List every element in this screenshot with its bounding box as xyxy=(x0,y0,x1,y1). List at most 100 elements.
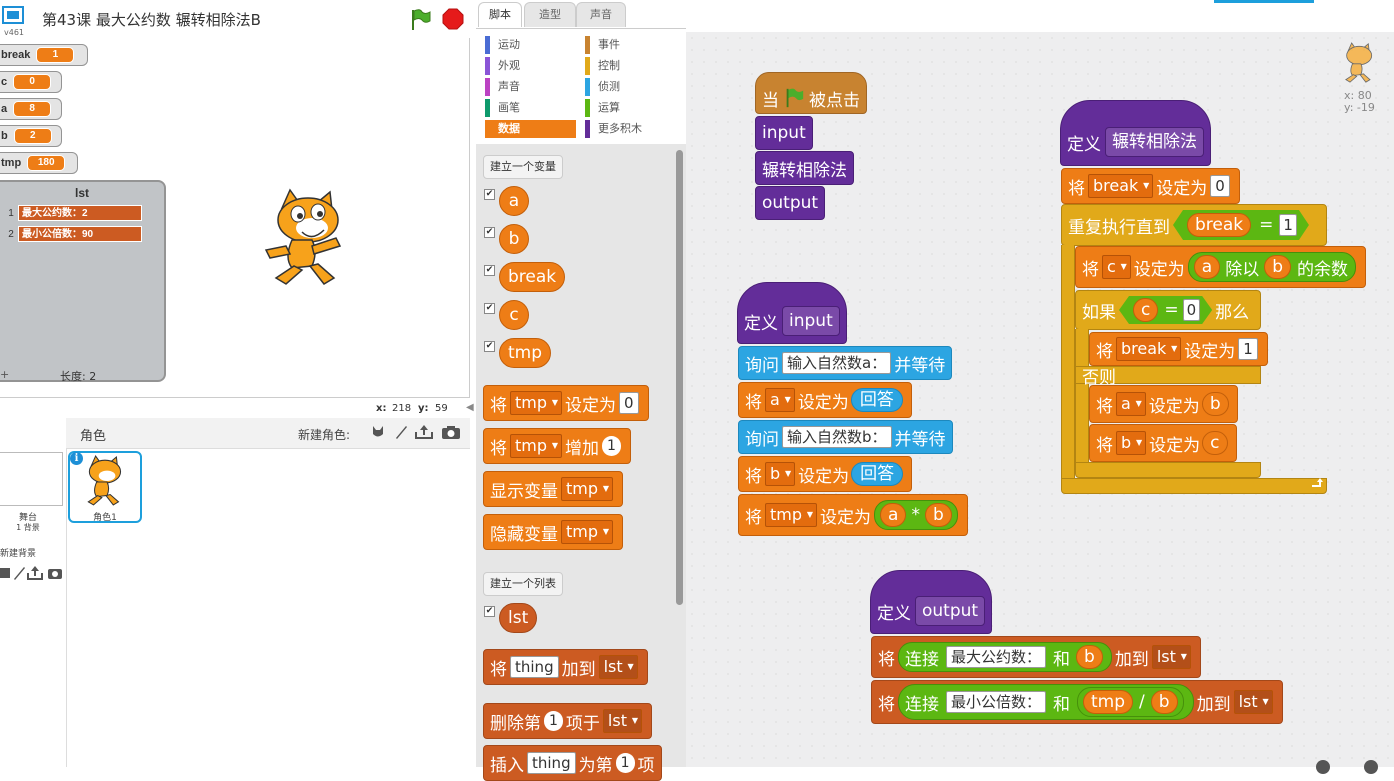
category-more-blocks[interactable]: 更多积木 xyxy=(585,120,678,138)
define-input-block[interactable]: 定义 input xyxy=(737,282,847,344)
variable-reporter-c[interactable]: c xyxy=(499,300,529,330)
category-pen[interactable]: 画笔 xyxy=(485,99,578,117)
variable-reporter-break[interactable]: break xyxy=(499,262,566,292)
make-variable-button[interactable]: 建立一个变量 xyxy=(483,155,563,179)
project-title[interactable]: 第43课 最大公约数 辗转相除法B xyxy=(42,9,261,30)
delete-from-list-block[interactable]: 删除第 1 项于 lst ▼ xyxy=(483,703,652,739)
list-item-value[interactable]: 最小公倍数：90 xyxy=(18,226,142,242)
answer-reporter[interactable]: 回答 xyxy=(851,462,904,486)
set-a-block[interactable]: 将 a ▼ 设定为 b xyxy=(1089,385,1238,423)
category-data[interactable]: 数据 xyxy=(485,120,576,138)
equals-operator[interactable]: break = 1 xyxy=(1173,210,1309,240)
value-input[interactable]: 1 xyxy=(1279,214,1297,236)
variable-checkbox-c[interactable]: ✔ xyxy=(484,303,495,314)
if-else-block[interactable]: 如果 c = 0 那么 xyxy=(1075,290,1261,330)
variable-reporter-b[interactable]: b xyxy=(1076,645,1103,669)
info-icon[interactable]: i xyxy=(70,452,83,465)
variable-checkbox-break[interactable]: ✔ xyxy=(484,265,495,276)
text-input[interactable]: 最大公约数： xyxy=(946,646,1047,668)
index-input[interactable]: 1 xyxy=(615,753,635,773)
variable-reporter-a[interactable]: a xyxy=(1193,255,1221,279)
variable-reporter-b[interactable]: b xyxy=(924,503,952,527)
category-operators[interactable]: 运算 xyxy=(585,99,678,117)
upload-sprite-icon[interactable] xyxy=(414,424,434,440)
variable-reporter-break[interactable]: break xyxy=(1187,213,1251,237)
set-tmp-block[interactable]: 将 tmp ▼ 设定为 a * b xyxy=(738,494,968,536)
choose-backdrop-icon[interactable] xyxy=(0,566,12,580)
camera-sprite-icon[interactable] xyxy=(441,425,461,440)
value-input[interactable]: 0 xyxy=(1210,175,1230,197)
insert-into-list-block[interactable]: 插入 thing 为第 1 项 xyxy=(483,745,662,781)
add-gcd-to-list-block[interactable]: 将 连接 最大公约数： 和 b 加到 lst ▼ xyxy=(871,636,1201,678)
set-a-block[interactable]: 将 a ▼ 设定为 回答 xyxy=(738,382,912,418)
value-input[interactable]: 1 xyxy=(1238,338,1258,360)
list-dropdown[interactable]: lst ▼ xyxy=(598,655,638,679)
cat-sprite[interactable] xyxy=(262,188,358,288)
variable-dropdown[interactable]: b ▼ xyxy=(1116,431,1147,455)
camera-backdrop-icon[interactable] xyxy=(47,566,63,580)
variable-dropdown[interactable]: tmp ▼ xyxy=(561,520,614,544)
category-motion[interactable]: 运动 xyxy=(485,36,578,54)
variable-checkbox-a[interactable]: ✔ xyxy=(484,189,495,200)
set-variable-block[interactable]: 将 tmp ▼ 设定为 0 xyxy=(483,385,649,421)
zoom-out-icon[interactable] xyxy=(1316,760,1330,774)
ask-prompt-input[interactable]: 输入自然数a： xyxy=(782,352,892,374)
variable-reporter-c[interactable]: c xyxy=(1202,431,1228,455)
set-break-block[interactable]: 将 break ▼ 设定为 1 xyxy=(1089,332,1268,366)
variable-dropdown[interactable]: break ▼ xyxy=(1088,174,1154,198)
variable-reporter-b[interactable]: b xyxy=(499,224,529,254)
join-operator[interactable]: 连接 最小公倍数： 和 tmp / b xyxy=(898,684,1194,720)
set-b-block[interactable]: 将 b ▼ 设定为 回答 xyxy=(738,456,913,492)
variable-reporter-b[interactable]: b xyxy=(1201,392,1229,416)
upload-backdrop-icon[interactable] xyxy=(26,565,44,581)
list-dropdown[interactable]: lst ▼ xyxy=(1151,645,1191,669)
variable-dropdown[interactable]: b ▼ xyxy=(765,462,796,486)
zoom-in-icon[interactable] xyxy=(1364,760,1378,774)
make-list-button[interactable]: 建立一个列表 xyxy=(483,572,563,596)
category-sensing[interactable]: 侦测 xyxy=(585,78,678,96)
answer-reporter[interactable]: 回答 xyxy=(850,388,903,412)
variable-reporter-tmp[interactable]: tmp xyxy=(1083,690,1134,714)
set-c-block[interactable]: 将 c ▼ 设定为 a 除以 b 的余数 xyxy=(1075,246,1367,288)
variable-reporter-a[interactable]: a xyxy=(880,503,907,527)
list-reporter-lst[interactable]: lst xyxy=(499,603,538,633)
stop-icon[interactable] xyxy=(442,8,464,30)
item-input[interactable]: thing xyxy=(510,656,559,678)
item-input[interactable]: thing xyxy=(527,752,576,774)
palette-scrollbar[interactable] xyxy=(676,150,683,605)
variable-dropdown[interactable]: tmp ▼ xyxy=(765,503,818,527)
ask-prompt-input[interactable]: 输入自然数b： xyxy=(782,426,892,448)
set-break-block[interactable]: 将 break ▼ 设定为 0 xyxy=(1061,168,1240,204)
ask-and-wait-block[interactable]: 询问 输入自然数a： 并等待 xyxy=(738,346,953,380)
variable-reporter-tmp[interactable]: tmp xyxy=(499,338,552,368)
set-b-block[interactable]: 将 b ▼ 设定为 c xyxy=(1089,424,1237,462)
add-to-list-block[interactable]: 将 thing 加到 lst ▼ xyxy=(483,649,648,685)
index-input[interactable]: 1 xyxy=(544,711,563,731)
category-looks[interactable]: 外观 xyxy=(485,57,578,75)
choose-sprite-icon[interactable] xyxy=(370,424,386,440)
value-input[interactable]: 0 xyxy=(619,392,639,414)
divide-operator[interactable]: tmp / b xyxy=(1077,687,1184,717)
category-events[interactable]: 事件 xyxy=(585,36,678,54)
green-flag-icon[interactable] xyxy=(408,8,432,32)
variable-dropdown[interactable]: tmp ▼ xyxy=(510,434,563,458)
show-variable-block[interactable]: 显示变量 tmp ▼ xyxy=(483,471,624,507)
variable-checkbox-tmp[interactable]: ✔ xyxy=(484,341,495,352)
add-lcm-to-list-block[interactable]: 将 连接 最小公倍数： 和 tmp / b 加到 lst ▼ xyxy=(871,680,1283,724)
call-output-block[interactable]: output xyxy=(755,186,826,220)
tab-costumes[interactable]: 造型 xyxy=(524,2,576,27)
variable-reporter-b[interactable]: b xyxy=(1150,690,1178,714)
variable-checkbox-b[interactable]: ✔ xyxy=(484,227,495,238)
ask-and-wait-block[interactable]: 询问 输入自然数b： 并等待 xyxy=(738,420,953,454)
equals-operator[interactable]: c = 0 xyxy=(1119,296,1212,324)
define-output-block[interactable]: 定义 output xyxy=(870,570,993,634)
variable-reporter-a[interactable]: a xyxy=(499,186,529,216)
paint-sprite-icon[interactable] xyxy=(393,424,409,440)
list-add-button[interactable]: + xyxy=(0,368,9,381)
join-operator[interactable]: 连接 最大公约数： 和 b xyxy=(898,642,1112,672)
variable-dropdown[interactable]: c ▼ xyxy=(1102,255,1131,279)
mod-operator[interactable]: a 除以 b 的余数 xyxy=(1187,252,1357,282)
variable-dropdown[interactable]: break ▼ xyxy=(1116,337,1182,361)
variable-reporter-c[interactable]: c xyxy=(1133,298,1158,322)
tab-scripts[interactable]: 脚本 xyxy=(478,2,522,27)
